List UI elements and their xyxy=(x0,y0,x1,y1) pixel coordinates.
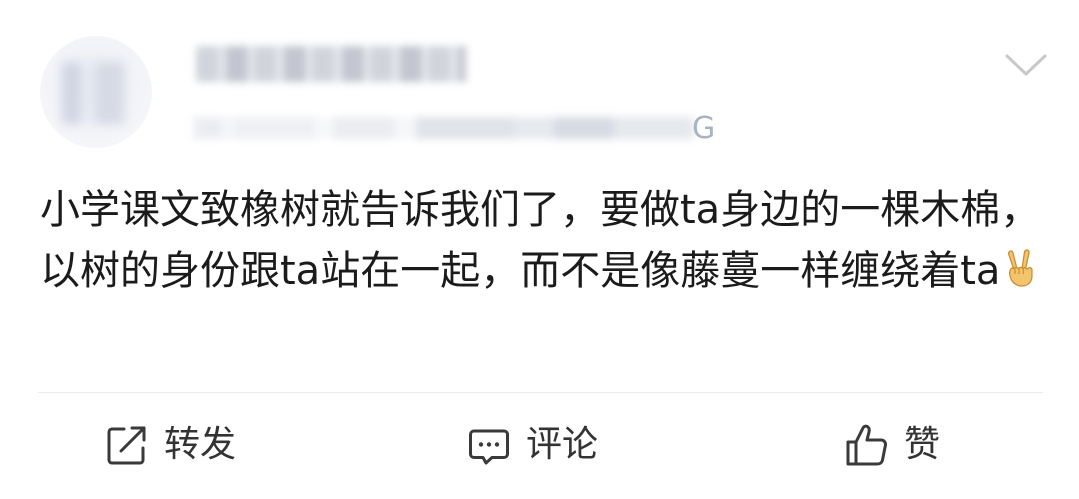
chevron-down-icon[interactable] xyxy=(1004,52,1048,80)
victory-hand-emoji xyxy=(1008,249,1033,287)
avatar-blur xyxy=(62,62,124,124)
repost-button[interactable]: 转发 xyxy=(104,421,236,469)
comment-button[interactable]: 评论 xyxy=(466,421,598,469)
post-meta-tail: G xyxy=(692,111,716,146)
like-button[interactable]: 赞 xyxy=(844,421,940,469)
action-bar: 转发 评论 赞 xyxy=(0,393,1079,499)
post-meta-blurred xyxy=(194,117,694,139)
comment-bubble-icon xyxy=(469,429,509,465)
weibo-post-card: G 小学课文致橡树就告诉我们了，要做ta身边的一棵木棉，以树的身份跟ta站在一起… xyxy=(0,0,1079,499)
avatar[interactable] xyxy=(40,36,152,148)
author-name-blurred[interactable] xyxy=(196,46,466,82)
post-header: G xyxy=(0,0,1079,165)
post-text: 小学课文致橡树就告诉我们了，要做ta身边的一棵木棉，以树的身份跟ta站在一起，而… xyxy=(40,187,1041,294)
comment-label: 评论 xyxy=(526,424,599,465)
post-body: 小学课文致橡树就告诉我们了，要做ta身边的一棵木棉，以树的身份跟ta站在一起，而… xyxy=(40,180,1050,302)
like-label: 赞 xyxy=(904,424,941,465)
share-arrow-icon xyxy=(107,426,146,465)
repost-label: 转发 xyxy=(164,424,237,465)
thumbs-up-icon xyxy=(846,424,887,466)
